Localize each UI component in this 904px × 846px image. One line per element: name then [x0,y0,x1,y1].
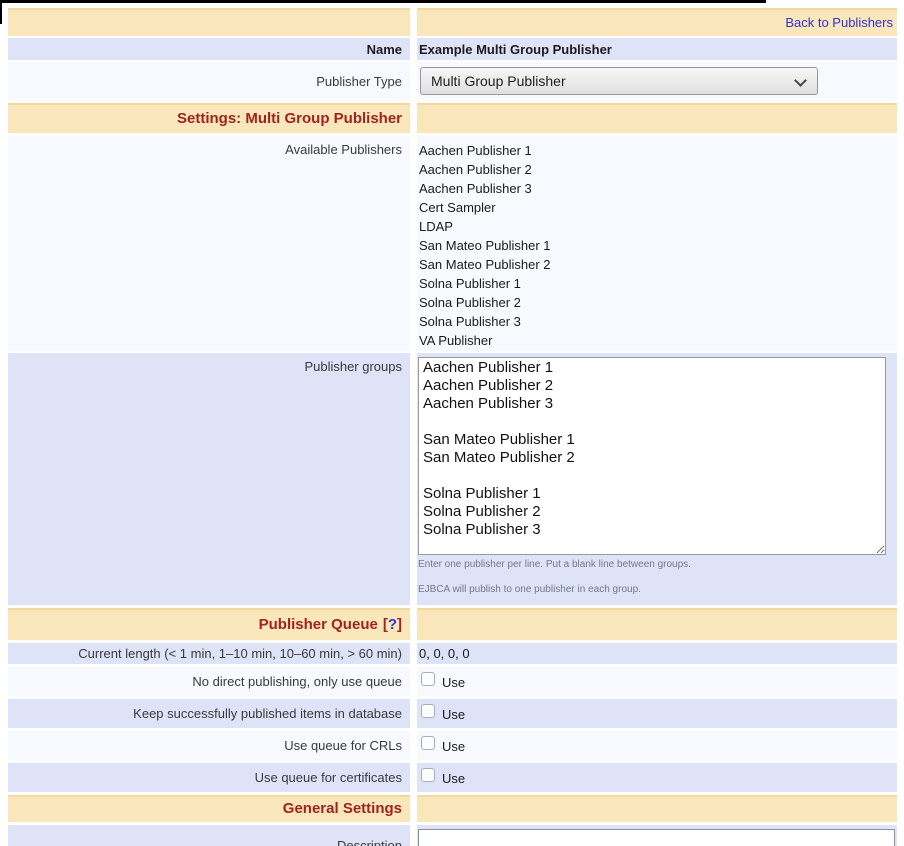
no-direct-publishing-checkbox[interactable] [421,672,435,686]
screenshot-left-edge-artifact [0,0,2,24]
current-length-value: 0, 0, 0, 0 [417,643,897,664]
queue-for-certificates-cell: Use [417,763,897,792]
publisher-groups-help-1: Enter one publisher per line. Put a blan… [418,559,897,570]
publisher-edit-page: Back to Publishers Name Example Multi Gr… [0,0,904,846]
list-item: VA Publisher [419,331,897,350]
publisher-queue-title-text: Publisher Queue [259,616,378,633]
queue-for-certificates-label: Use queue for certificates [8,763,410,792]
table-row: Use queue for CRLs Use [8,731,897,760]
checkbox-label: Use [442,707,465,722]
publisher-groups-cell: Aachen Publisher 1 Aachen Publisher 2 Aa… [417,353,897,605]
publisher-type-select[interactable]: Multi Group Publisher [420,67,818,95]
list-item: LDAP [419,217,897,236]
available-publishers-list: Aachen Publisher 1 Aachen Publisher 2 Aa… [417,136,897,350]
publisher-type-select-wrap: Multi Group Publisher [420,67,818,95]
no-direct-publishing-cell: Use [417,667,897,696]
list-item: Aachen Publisher 3 [419,179,897,198]
table-row: Back to Publishers [8,8,897,36]
keep-published-checkbox[interactable] [421,704,435,718]
table-row: Name Example Multi Group Publisher [8,38,897,60]
keep-published-label: Keep successfully published items in dat… [8,699,410,728]
table-row: Available Publishers Aachen Publisher 1 … [8,136,897,351]
back-to-publishers-link[interactable]: Back to Publishers [785,15,893,30]
keep-published-cell: Use [417,699,897,728]
publisher-form-table: Back to Publishers Name Example Multi Gr… [0,0,904,846]
table-row: Description [8,825,897,846]
section-header-row: General Settings [8,795,897,822]
publisher-type-cell: Multi Group Publisher [417,62,897,100]
name-value: Example Multi Group Publisher [417,38,897,60]
table-row: Use queue for certificates Use [8,763,897,792]
screenshot-top-edge-artifact [0,0,766,3]
list-item: Solna Publisher 1 [419,274,897,293]
available-publishers-cell: Aachen Publisher 1 Aachen Publisher 2 Aa… [417,136,897,351]
section-header-row: Settings: Multi Group Publisher [8,103,897,133]
list-item: Solna Publisher 2 [419,293,897,312]
queue-for-certificates-checkbox[interactable] [421,768,435,782]
queue-section-header-spacer [417,608,897,640]
queue-for-crls-checkbox[interactable] [421,736,435,750]
table-row: Current length (< 1 min, 1–10 min, 10–60… [8,643,897,664]
list-item: Cert Sampler [419,198,897,217]
publisher-groups-help-2: EJBCA will publish to one publisher in e… [418,584,897,595]
list-item: Solna Publisher 3 [419,312,897,331]
list-item: San Mateo Publisher 1 [419,236,897,255]
description-input[interactable] [418,829,895,846]
publisher-groups-label: Publisher groups [8,353,410,605]
general-settings-section-title: General Settings [8,795,410,822]
settings-section-header-spacer [417,103,897,133]
checkbox-label: Use [442,771,465,786]
table-row: Keep successfully published items in dat… [8,699,897,728]
available-publishers-label: Available Publishers [8,136,410,351]
table-row: Publisher Type Multi Group Publisher [8,62,897,100]
help-bracket-close: ] [397,616,402,633]
queue-for-crls-label: Use queue for CRLs [8,731,410,760]
current-length-label: Current length (< 1 min, 1–10 min, 10–60… [8,643,410,664]
table-row: No direct publishing, only use queue Use [8,667,897,696]
top-bar-right-cell: Back to Publishers [417,8,897,36]
no-direct-publishing-label: No direct publishing, only use queue [8,667,410,696]
queue-for-crls-cell: Use [417,731,897,760]
table-row: Publisher groups Aachen Publisher 1 Aach… [8,353,897,605]
section-header-row: Publisher Queue [?] [8,608,897,640]
top-bar-left-cell [8,8,410,36]
general-section-header-spacer [417,795,897,822]
description-cell [417,825,897,846]
checkbox-label: Use [442,675,465,690]
checkbox-label: Use [442,739,465,754]
name-label: Name [8,38,410,60]
list-item: Aachen Publisher 1 [419,141,897,160]
publisher-type-label: Publisher Type [8,62,410,100]
publisher-queue-section-title: Publisher Queue [?] [8,608,410,640]
publisher-groups-textarea[interactable]: Aachen Publisher 1 Aachen Publisher 2 Aa… [418,357,886,555]
settings-section-title: Settings: Multi Group Publisher [8,103,410,133]
list-item: Aachen Publisher 2 [419,160,897,179]
list-item: San Mateo Publisher 2 [419,255,897,274]
description-label: Description [8,825,410,846]
queue-help-link[interactable]: ? [388,616,397,633]
